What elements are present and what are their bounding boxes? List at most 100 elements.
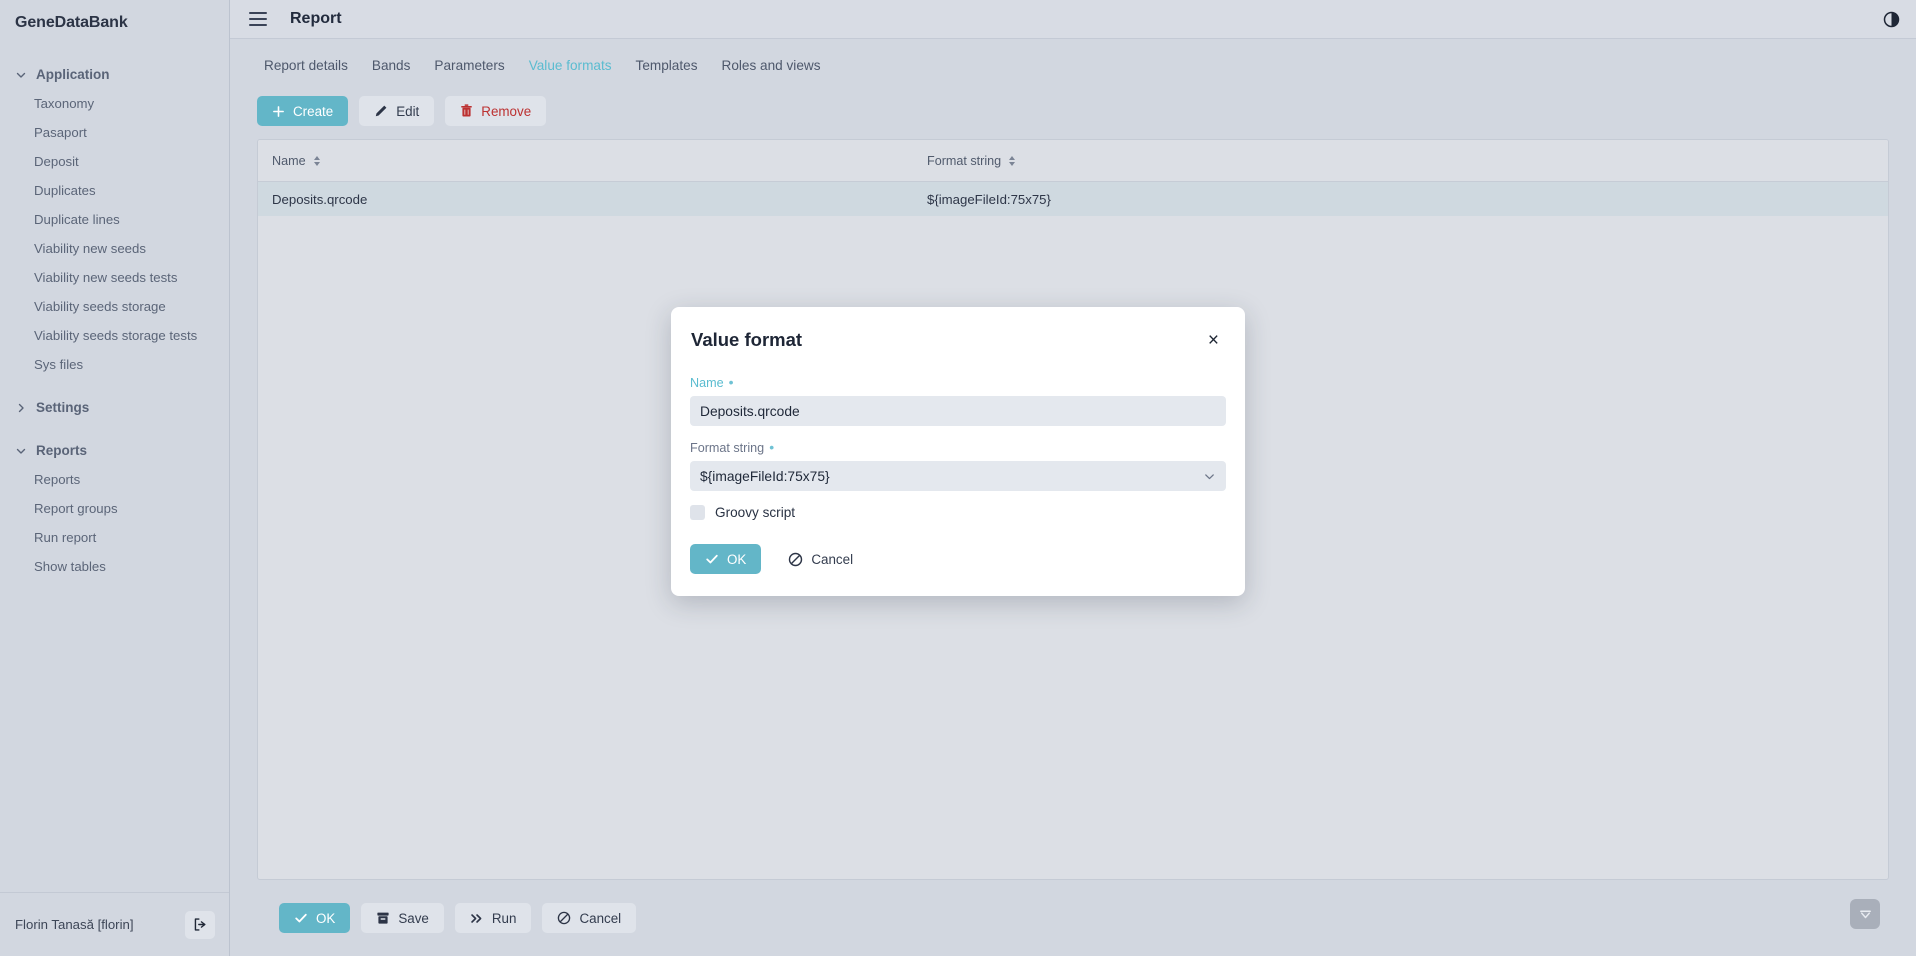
contrast-toggle-icon[interactable]	[1883, 11, 1900, 28]
run-button[interactable]: Run	[454, 903, 532, 933]
tab-parameters[interactable]: Parameters	[422, 58, 516, 87]
column-header-format-string[interactable]: Format string	[927, 154, 1874, 168]
table-header-row: Name Format string	[258, 140, 1888, 182]
dialog-cancel-label: Cancel	[811, 551, 854, 567]
check-icon	[705, 552, 719, 566]
column-header-name-label: Name	[272, 153, 306, 168]
hamburger-menu-icon[interactable]	[249, 12, 267, 26]
name-field-label-text: Name	[690, 376, 724, 390]
sidebar-group-label: Reports	[36, 443, 88, 458]
sidebar-nav: Application Taxonomy Pasaport Deposit Du…	[0, 46, 229, 892]
sidebar-item-duplicates[interactable]: Duplicates	[0, 176, 229, 205]
tab-report-details[interactable]: Report details	[252, 58, 360, 87]
sidebar-item-show-tables[interactable]: Show tables	[0, 552, 229, 581]
save-button-label: Save	[398, 910, 429, 926]
sidebar-group-label: Application	[36, 67, 110, 82]
ok-button[interactable]: OK	[279, 903, 351, 933]
user-name: Florin Tanasă [florin]	[15, 917, 134, 932]
column-header-name[interactable]: Name	[272, 154, 927, 168]
sidebar-item-run-report[interactable]: Run report	[0, 523, 229, 552]
sidebar-item-viability-seeds-storage[interactable]: Viability seeds storage	[0, 292, 229, 321]
pencil-icon	[374, 104, 388, 118]
plus-icon	[272, 105, 285, 118]
logout-icon	[193, 917, 208, 932]
sort-arrows-icon	[1008, 155, 1016, 167]
cancel-circle-icon	[557, 911, 571, 925]
user-bar: Florin Tanasă [florin]	[0, 892, 229, 956]
remove-button[interactable]: Remove	[445, 96, 547, 126]
sidebar-item-viability-new-seeds-tests[interactable]: Viability new seeds tests	[0, 263, 229, 292]
trash-icon	[460, 104, 473, 118]
tab-value-formats[interactable]: Value formats	[517, 58, 624, 87]
groovy-script-checkbox[interactable]	[690, 505, 705, 520]
table-row[interactable]: Deposits.qrcode ${imageFileId:75x75}	[258, 182, 1888, 216]
sidebar: GeneDataBank Application Taxonomy Pasapo…	[0, 0, 230, 956]
chevron-down-icon	[15, 69, 27, 81]
sidebar-item-viability-new-seeds[interactable]: Viability new seeds	[0, 234, 229, 263]
sidebar-item-pasaport[interactable]: Pasaport	[0, 118, 229, 147]
logout-button[interactable]	[185, 910, 215, 939]
sidebar-item-report-groups[interactable]: Report groups	[0, 494, 229, 523]
value-format-dialog: Value format × Name • Format string • ${…	[671, 307, 1245, 596]
app-root: GeneDataBank Application Taxonomy Pasapo…	[0, 0, 1916, 956]
sidebar-group-settings[interactable]: Settings	[0, 393, 229, 422]
tab-bar: Report details Bands Parameters Value fo…	[252, 39, 1894, 87]
cancel-button[interactable]: Cancel	[542, 903, 637, 933]
cell-format-string: ${imageFileId:75x75}	[927, 191, 1051, 207]
sidebar-item-viability-seeds-storage-tests[interactable]: Viability seeds storage tests	[0, 321, 229, 350]
remove-button-label: Remove	[481, 103, 532, 119]
cancel-button-label: Cancel	[579, 910, 622, 926]
column-header-format-string-label: Format string	[927, 153, 1002, 168]
check-icon	[294, 911, 308, 925]
ok-button-label: OK	[316, 910, 336, 926]
dialog-title: Value format	[691, 329, 803, 350]
tab-bands[interactable]: Bands	[360, 58, 423, 87]
format-string-select[interactable]: ${imageFileId:75x75}	[690, 461, 1226, 491]
create-button-label: Create	[293, 103, 334, 119]
create-button[interactable]: Create	[257, 96, 349, 126]
brand-logo: GeneDataBank	[15, 14, 128, 31]
cell-name: Deposits.qrcode	[272, 191, 368, 207]
format-string-field-label-text: Format string	[690, 441, 765, 455]
sidebar-item-sys-files[interactable]: Sys files	[0, 350, 229, 379]
sidebar-item-taxonomy[interactable]: Taxonomy	[0, 89, 229, 118]
dialog-ok-button[interactable]: OK	[690, 544, 762, 574]
scroll-to-bottom-button[interactable]	[1850, 899, 1880, 929]
name-input[interactable]	[690, 396, 1226, 426]
action-toolbar: Create Edit Remove	[252, 87, 1894, 139]
sidebar-group-application[interactable]: Application	[0, 60, 229, 89]
sidebar-item-reports[interactable]: Reports	[0, 465, 229, 494]
tab-templates[interactable]: Templates	[624, 58, 710, 87]
required-marker: •	[769, 439, 775, 455]
dialog-cancel-button[interactable]: Cancel	[773, 544, 868, 574]
chevron-right-icon	[15, 402, 27, 414]
page-title: Report	[290, 10, 342, 27]
archive-box-icon	[376, 911, 390, 925]
save-button[interactable]: Save	[361, 903, 444, 933]
sidebar-item-deposit[interactable]: Deposit	[0, 147, 229, 176]
bottom-toolbar: OK Save Run Cancel	[252, 880, 1894, 956]
name-field-label: Name •	[690, 375, 1226, 390]
edit-button[interactable]: Edit	[359, 96, 435, 126]
sidebar-group-label: Settings	[36, 400, 90, 415]
edit-button-label: Edit	[396, 103, 420, 119]
field-gap	[690, 426, 1226, 440]
sidebar-item-duplicate-lines[interactable]: Duplicate lines	[0, 205, 229, 234]
groovy-script-label[interactable]: Groovy script	[715, 505, 795, 520]
close-icon[interactable]: ×	[1208, 331, 1219, 350]
cancel-circle-icon	[788, 552, 803, 567]
dialog-body: Name • Format string • ${imageFileId:75x…	[671, 357, 1245, 526]
run-button-label: Run	[491, 910, 517, 926]
top-bar: Report	[230, 0, 1916, 39]
double-chevron-right-icon	[470, 912, 484, 925]
groovy-script-row: Groovy script	[690, 505, 1226, 520]
format-string-select-wrapper: ${imageFileId:75x75}	[690, 461, 1226, 491]
chevron-down-icon	[15, 445, 27, 457]
required-marker: •	[728, 374, 734, 390]
sidebar-group-reports[interactable]: Reports	[0, 436, 229, 465]
format-string-field-label: Format string •	[690, 440, 1226, 455]
tab-roles-and-views[interactable]: Roles and views	[710, 58, 833, 87]
chevron-down-icon	[1858, 907, 1873, 922]
